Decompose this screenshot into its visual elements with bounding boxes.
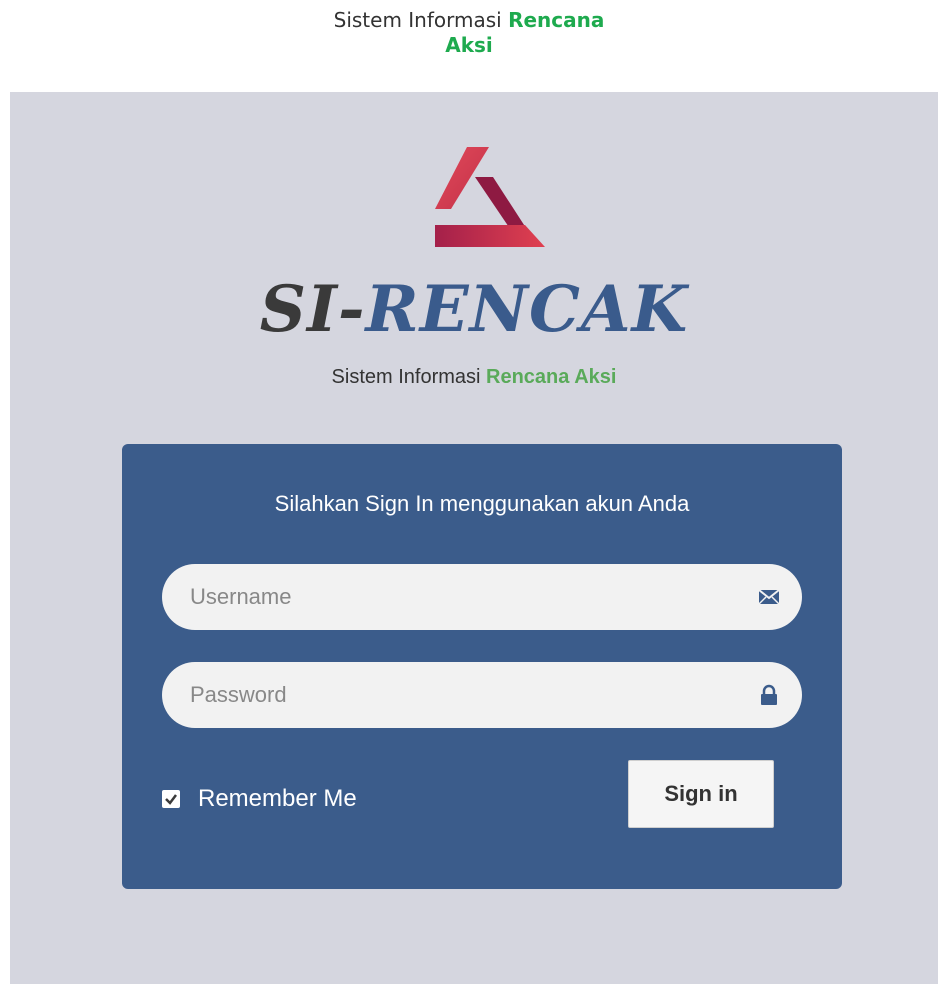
page-title-text: Sistem Informasi	[333, 8, 509, 32]
username-field[interactable]	[162, 564, 802, 630]
brand-name: SI-RENCAK	[10, 270, 938, 350]
page-title-line-1: Sistem Informasi Rencana	[0, 8, 938, 33]
brand-subtitle: Sistem Informasi Rencana Aksi	[10, 364, 938, 390]
brand-subtitle-text: Sistem Informasi	[331, 366, 487, 388]
brand-subtitle-accent: Rencana Aksi	[486, 366, 617, 388]
remember-me-label: Remember Me	[198, 785, 357, 812]
password-field-wrapper	[162, 662, 802, 728]
login-heading: Silahkan Sign In menggunakan akun Anda	[274, 491, 690, 516]
page-title-line-2: Aksi	[445, 33, 493, 57]
username-field-wrapper	[162, 564, 802, 630]
sign-in-button[interactable]: Sign in	[628, 760, 774, 828]
check-icon	[165, 794, 177, 805]
login-panel: SI-RENCAK Sistem Informasi Rencana Aksi …	[10, 92, 938, 984]
page-title: Sistem Informasi Rencana Aksi	[0, 8, 938, 58]
remember-me-checkbox[interactable]	[162, 790, 180, 808]
page-title-accent: Rencana	[508, 8, 605, 32]
remember-me[interactable]: Remember Me	[162, 784, 357, 814]
lock-icon	[761, 684, 777, 705]
brand-name-part2: RENCAK	[365, 272, 689, 347]
brand-name-part1: SI-	[259, 272, 366, 347]
envelope-icon	[758, 589, 780, 605]
triangle-logo-icon	[435, 147, 545, 247]
password-field[interactable]	[162, 662, 802, 728]
login-form: Silahkan Sign In menggunakan akun Anda U…	[122, 444, 842, 889]
